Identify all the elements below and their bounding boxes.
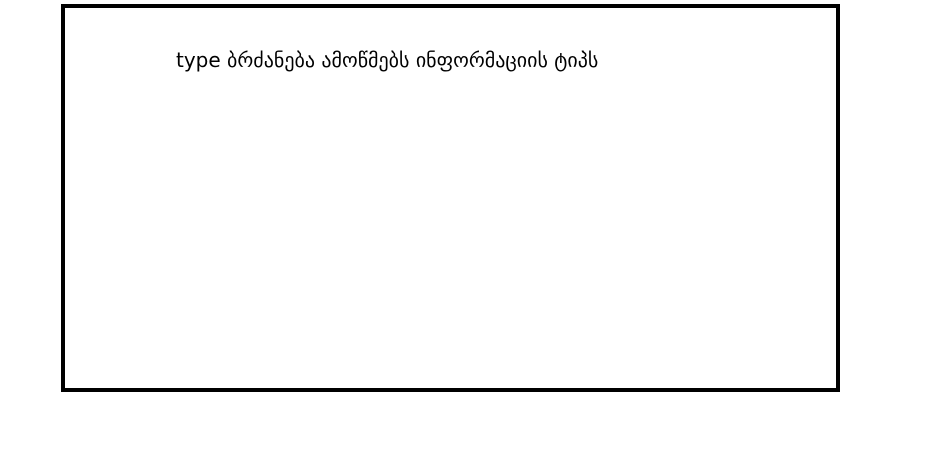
bordered-panel: type ბრძანება ამოწმებს ინფორმაციის ტიპს: [61, 4, 840, 392]
caption-text: type ბრძანება ამოწმებს ინფორმაციის ტიპს: [176, 48, 599, 72]
